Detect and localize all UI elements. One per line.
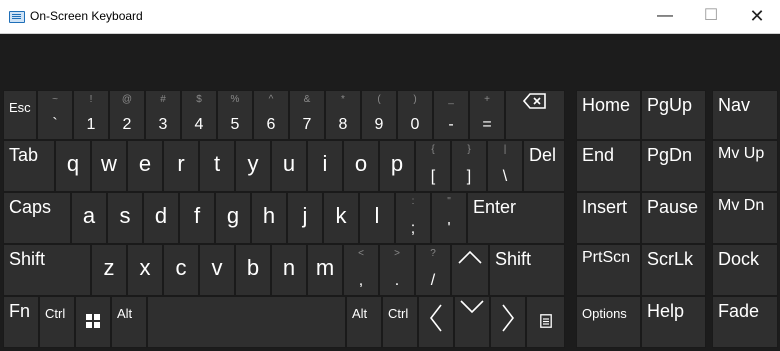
- key-7[interactable]: & 7: [289, 90, 325, 140]
- key-k[interactable]: k: [323, 192, 359, 244]
- key-pgup[interactable]: PgUp: [641, 90, 706, 140]
- key-fade[interactable]: Fade: [712, 296, 778, 348]
- key-0[interactable]: ) 0: [397, 90, 433, 140]
- key-slash[interactable]: ? /: [415, 244, 451, 296]
- window-title: On-Screen Keyboard: [30, 9, 143, 23]
- key-z[interactable]: z: [91, 244, 127, 296]
- key-ctrl-left[interactable]: Ctrl: [39, 296, 75, 348]
- maximize-button[interactable]: ☐: [688, 0, 734, 33]
- key-nav[interactable]: Nav: [712, 90, 778, 140]
- arrow-up-icon: [452, 249, 488, 270]
- key-scrlk[interactable]: ScrLk: [641, 244, 706, 296]
- key-2[interactable]: @2: [109, 90, 145, 140]
- key-dock[interactable]: Dock: [712, 244, 778, 296]
- key-prtscn[interactable]: PrtScn: [576, 244, 641, 296]
- key-lbracket[interactable]: {[: [415, 140, 451, 192]
- key-end[interactable]: End: [576, 140, 641, 192]
- key-tab[interactable]: Tab: [3, 140, 55, 192]
- key-m[interactable]: m: [307, 244, 343, 296]
- key-n[interactable]: n: [271, 244, 307, 296]
- key-w[interactable]: w: [91, 140, 127, 192]
- key-s[interactable]: s: [107, 192, 143, 244]
- key-y[interactable]: y: [235, 140, 271, 192]
- key-options[interactable]: Options: [576, 296, 641, 348]
- key-caps[interactable]: Caps: [3, 192, 71, 244]
- key-b[interactable]: b: [235, 244, 271, 296]
- key-r[interactable]: r: [163, 140, 199, 192]
- key-help[interactable]: Help: [641, 296, 706, 348]
- key-rbracket[interactable]: }]: [451, 140, 487, 192]
- key-arrow-left[interactable]: [418, 296, 454, 348]
- key-del[interactable]: Del: [523, 140, 565, 192]
- key-5[interactable]: % 5: [217, 90, 253, 140]
- key-backslash[interactable]: | \: [487, 140, 523, 192]
- key-comma[interactable]: <,: [343, 244, 379, 296]
- key-space[interactable]: [147, 296, 346, 348]
- key-insert[interactable]: Insert: [576, 192, 641, 244]
- key-backtick[interactable]: ~ `: [37, 90, 73, 140]
- key-q[interactable]: q: [55, 140, 91, 192]
- key-backspace[interactable]: [505, 90, 565, 140]
- key-g[interactable]: g: [215, 192, 251, 244]
- keyboard-icon: [9, 11, 25, 23]
- key-alt-left[interactable]: Alt: [111, 296, 147, 348]
- key-o[interactable]: o: [343, 140, 379, 192]
- key-shift-left[interactable]: Shift: [3, 244, 91, 296]
- key-p[interactable]: p: [379, 140, 415, 192]
- context-menu-icon: [527, 314, 564, 333]
- key-1[interactable]: ! 1: [73, 90, 109, 140]
- key-alt-right[interactable]: Alt: [346, 296, 382, 348]
- key-pause[interactable]: Pause: [641, 192, 706, 244]
- key-equals[interactable]: + =: [469, 90, 505, 140]
- key-home[interactable]: Home: [576, 90, 641, 140]
- key-9[interactable]: (9: [361, 90, 397, 140]
- key-period[interactable]: >.: [379, 244, 415, 296]
- key-mv-dn[interactable]: Mv Dn: [712, 192, 778, 244]
- key-4[interactable]: $4: [181, 90, 217, 140]
- key-arrow-right[interactable]: [490, 296, 526, 348]
- backspace-icon: [506, 93, 564, 114]
- title-bar[interactable]: On-Screen Keyboard — ☐ ✕: [0, 0, 780, 34]
- key-mv-up[interactable]: Mv Up: [712, 140, 778, 192]
- key-ctrl-right[interactable]: Ctrl: [382, 296, 418, 348]
- minimize-button[interactable]: —: [642, 0, 688, 33]
- windows-icon: [76, 314, 110, 333]
- key-t[interactable]: t: [199, 140, 235, 192]
- key-j[interactable]: j: [287, 192, 323, 244]
- key-u[interactable]: u: [271, 140, 307, 192]
- key-minus[interactable]: _ -: [433, 90, 469, 140]
- key-menu[interactable]: [526, 296, 565, 348]
- close-button[interactable]: ✕: [734, 0, 780, 33]
- key-fn[interactable]: Fn: [3, 296, 39, 348]
- key-shift-right[interactable]: Shift: [489, 244, 565, 296]
- key-f[interactable]: f: [179, 192, 215, 244]
- key-enter[interactable]: Enter: [467, 192, 565, 244]
- key-c[interactable]: c: [163, 244, 199, 296]
- key-semicolon[interactable]: :;: [395, 192, 431, 244]
- key-arrow-down[interactable]: [454, 296, 490, 348]
- key-windows[interactable]: [75, 296, 111, 348]
- key-8[interactable]: * 8: [325, 90, 361, 140]
- key-quote[interactable]: " ': [431, 192, 467, 244]
- key-l[interactable]: l: [359, 192, 395, 244]
- key-h[interactable]: h: [251, 192, 287, 244]
- key-x[interactable]: x: [127, 244, 163, 296]
- key-6[interactable]: ^ 6: [253, 90, 289, 140]
- key-3[interactable]: #3: [145, 90, 181, 140]
- key-v[interactable]: v: [199, 244, 235, 296]
- arrow-right-icon: [491, 303, 525, 338]
- key-esc[interactable]: Esc: [3, 90, 37, 140]
- key-d[interactable]: d: [143, 192, 179, 244]
- key-i[interactable]: i: [307, 140, 343, 192]
- arrow-left-icon: [419, 303, 453, 338]
- key-pgdn[interactable]: PgDn: [641, 140, 706, 192]
- key-e[interactable]: e: [127, 140, 163, 192]
- key-arrow-up[interactable]: [451, 244, 489, 296]
- key-a[interactable]: a: [71, 192, 107, 244]
- arrow-down-icon: [455, 299, 489, 320]
